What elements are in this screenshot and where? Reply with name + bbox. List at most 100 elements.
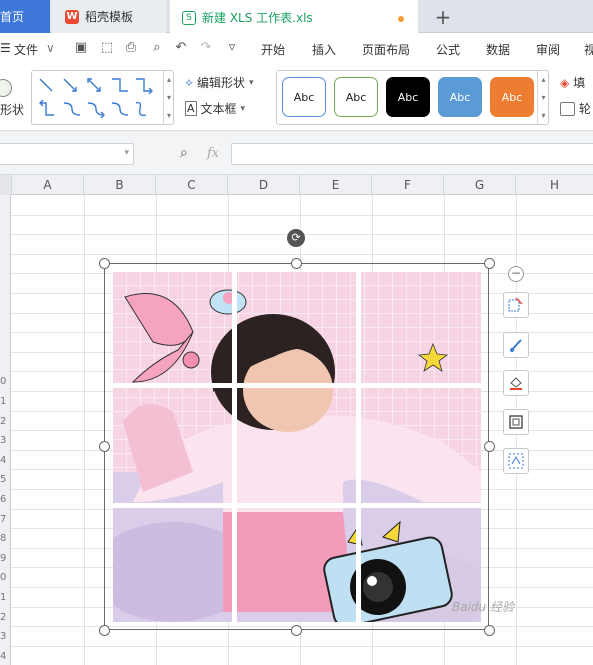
print-icon[interactable]: ⎙ [124,41,138,55]
docer-icon: W [65,9,79,24]
resize-handle-w[interactable] [99,441,110,452]
fill-label: 填 [573,76,586,90]
menu-insert[interactable]: 插入 [312,41,336,58]
row-header[interactable]: 2 [0,416,11,427]
row-gridline [11,214,593,216]
menu-start[interactable]: 开始 [261,41,285,58]
row-header[interactable]: 5 [0,474,11,485]
chevron-down-icon: ▾ [240,103,246,114]
column-header-b[interactable]: B [84,175,156,195]
column-header-h[interactable]: H [516,175,593,195]
shape-style-5[interactable]: Abc [490,77,534,117]
row-header[interactable]: 0 [0,376,11,387]
shape-style-2[interactable]: Abc [334,77,378,117]
shape-ellipse-icon[interactable] [0,79,12,97]
column-headers: A B C D E F G H [0,175,593,195]
row-header[interactable]: 1 [0,592,11,603]
shape-style-label: Abc [397,90,419,104]
menu-review[interactable]: 审阅 [536,41,560,58]
resize-handle-sw[interactable] [99,625,110,636]
zoom-search-icon[interactable]: ⌕ [180,145,188,161]
shape-style-4[interactable]: Abc [438,77,482,117]
watermark-text: Baidu 经验 [452,600,514,614]
row-header[interactable]: 4 [0,455,11,466]
print-preview-icon[interactable]: ⌕ [150,41,164,55]
collapse-toolbar-button[interactable]: − [508,266,524,282]
connector-lines-icon[interactable] [32,71,173,124]
formula-input[interactable] [231,143,593,165]
resize-handle-n[interactable] [291,258,302,269]
tab-template-label: 稻壳模板 [85,10,134,24]
menu-view[interactable]: 视 [584,41,593,58]
menu-bar: ☰ 文件 ∨ ▣ ⬚ ⎙ ⌕ ↶ ↷ ▿ 开始 插入 页面布局 公式 数据 审阅… [0,33,593,65]
outline-icon [560,101,575,116]
resize-handle-s[interactable] [291,625,302,636]
quick-access-more-icon[interactable]: ▿ [225,41,239,55]
edit-shape-button[interactable]: ⟡ 编辑形状 ▾ [185,74,253,91]
export-icon[interactable]: ⬚ [100,41,114,55]
shape-dropdown-label[interactable]: 形状 [0,101,24,118]
row-headers: 0 1 2 3 4 5 6 7 8 9 0 1 2 3 4 [0,195,11,665]
save-icon[interactable]: ▣ [74,41,88,55]
function-icon[interactable]: fx [207,146,219,161]
column-header-c[interactable]: C [156,175,228,195]
formula-bar: ▾ ⌕ fx [0,131,593,175]
fill-button[interactable]: ◈ 填 [560,74,585,91]
menu-formula[interactable]: 公式 [436,41,460,58]
row-header[interactable]: 4 [0,651,11,662]
redo-icon[interactable]: ↷ [199,41,213,55]
column-header-g[interactable]: G [444,175,516,195]
shape-style-3[interactable]: Abc [386,77,430,117]
tab-template[interactable]: W 稻壳模板 [51,0,166,33]
row-header[interactable]: 3 [0,631,11,642]
text-box-icon: A [185,101,197,116]
column-header-e[interactable]: E [300,175,372,195]
column-header-a[interactable]: A [12,175,84,195]
spreadsheet-icon: S [182,10,196,25]
picture-to-text-button[interactable] [503,448,529,474]
layout-options-icon [508,297,523,312]
resize-handle-ne[interactable] [484,258,495,269]
picture-outline-button[interactable] [503,409,529,435]
name-box[interactable]: ▾ [0,143,134,165]
connector-gallery-scroll[interactable]: ▴ ▾ ▾ [163,71,174,125]
menu-data[interactable]: 数据 [486,41,510,58]
column-header-f[interactable]: F [372,175,444,195]
row-gridline [11,253,593,255]
text-box-button[interactable]: A 文本框 ▾ [185,100,245,117]
column-header-d[interactable]: D [228,175,300,195]
tab-home[interactable]: 首页 [0,0,50,33]
row-header[interactable]: 9 [0,553,11,564]
row-header[interactable]: 3 [0,435,11,446]
shape-style-1[interactable]: Abc [282,77,326,117]
outline-button[interactable]: 轮 [560,100,591,117]
row-header[interactable]: 8 [0,533,11,544]
rotate-icon[interactable]: ⟳ [287,229,305,247]
row-header[interactable]: 6 [0,494,11,505]
chevron-down-icon[interactable]: ▾ [124,148,129,158]
shape-style-label: Abc [293,90,315,104]
menu-hamburger-icon[interactable]: ☰ [0,41,11,55]
layout-options-button[interactable] [503,292,529,318]
picture-fill-button[interactable] [503,370,529,396]
row-header[interactable]: 1 [0,396,11,407]
row-header[interactable]: 7 [0,514,11,525]
column-gridline [84,195,85,665]
tab-document[interactable]: S 新建 XLS 工作表.xls [170,0,418,33]
row-header[interactable]: 0 [0,572,11,583]
style-brush-button[interactable] [503,332,529,358]
fill-bucket-icon [510,377,522,390]
undo-icon[interactable]: ↶ [174,41,188,55]
shape-style-label: Abc [345,90,367,104]
resize-handle-se[interactable] [484,625,495,636]
row-header[interactable]: 2 [0,612,11,623]
tab-bar: 首页 W 稻壳模板 S 新建 XLS 工作表.xls + [0,0,593,33]
resize-handle-nw[interactable] [99,258,110,269]
resize-handle-e[interactable] [484,441,495,452]
menu-page-layout[interactable]: 页面布局 [362,41,410,58]
select-all-corner[interactable] [0,175,12,195]
new-tab-button[interactable]: + [430,0,456,33]
style-gallery-scroll[interactable]: ▴ ▾ ▾ [537,71,549,124]
chevron-down-icon[interactable]: ∨ [46,41,55,55]
menu-file[interactable]: 文件 [14,41,38,58]
